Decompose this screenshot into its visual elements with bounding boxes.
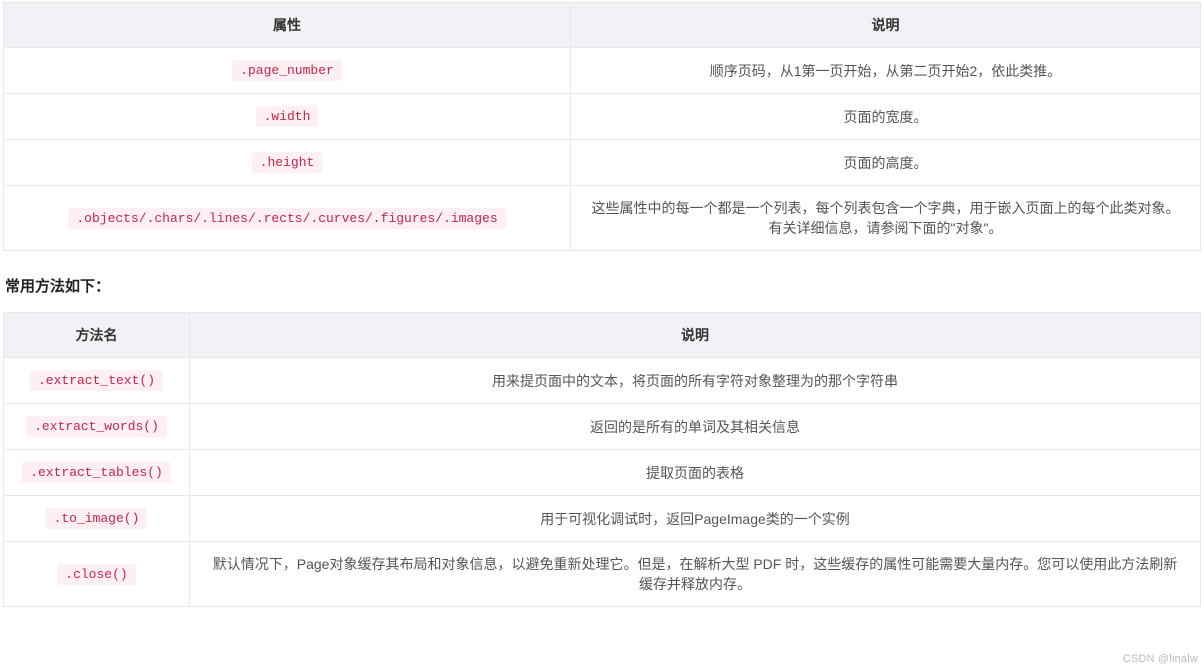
property-desc: 这些属性中的每一个都是一个列表，每个列表包含一个字典，用于嵌入页面上的每个此类对… [571, 186, 1201, 251]
methods-header-method: 方法名 [4, 313, 190, 358]
property-code: .height [252, 152, 323, 173]
section-title: 常用方法如下： [5, 275, 1201, 296]
method-code: .extract_words() [26, 416, 167, 437]
methods-header-desc: 说明 [190, 313, 1201, 358]
property-desc: 顺序页码，从1第一页开始，从第二页开始2，依此类推。 [571, 48, 1201, 94]
methods-table: 方法名 说明 .extract_text() 用来提页面中的文本，将页面的所有字… [3, 312, 1201, 607]
property-code: .width [256, 106, 319, 127]
property-desc: 页面的高度。 [571, 140, 1201, 186]
property-desc: 页面的宽度。 [571, 94, 1201, 140]
table-row: .height 页面的高度。 [4, 140, 1201, 186]
table-row: .objects/.chars/.lines/.rects/.curves/.f… [4, 186, 1201, 251]
watermark-text: CSDN @linalw [1123, 653, 1198, 665]
method-desc: 默认情况下，Page对象缓存其布局和对象信息，以避免重新处理它。但是，在解析大型… [190, 542, 1201, 607]
table-row: .extract_words() 返回的是所有的单词及其相关信息 [4, 404, 1201, 450]
property-code: .page_number [232, 60, 342, 81]
table-row: .close() 默认情况下，Page对象缓存其布局和对象信息，以避免重新处理它… [4, 542, 1201, 607]
table-row: .width 页面的宽度。 [4, 94, 1201, 140]
table-row: .page_number 顺序页码，从1第一页开始，从第二页开始2，依此类推。 [4, 48, 1201, 94]
properties-table: 属性 说明 .page_number 顺序页码，从1第一页开始，从第二页开始2，… [3, 2, 1201, 251]
table-row: .to_image() 用于可视化调试时，返回PageImage类的一个实例 [4, 496, 1201, 542]
table-row: .extract_text() 用来提页面中的文本，将页面的所有字符对象整理为的… [4, 358, 1201, 404]
method-desc: 用来提页面中的文本，将页面的所有字符对象整理为的那个字符串 [190, 358, 1201, 404]
method-desc: 用于可视化调试时，返回PageImage类的一个实例 [190, 496, 1201, 542]
method-code: .extract_tables() [22, 462, 171, 483]
property-code: .objects/.chars/.lines/.rects/.curves/.f… [68, 208, 505, 229]
properties-header-prop: 属性 [4, 3, 571, 48]
table-row: .extract_tables() 提取页面的表格 [4, 450, 1201, 496]
method-code: .to_image() [46, 508, 148, 529]
method-code: .close() [57, 564, 135, 585]
method-code: .extract_text() [30, 370, 163, 391]
method-desc: 返回的是所有的单词及其相关信息 [190, 404, 1201, 450]
properties-header-desc: 说明 [571, 3, 1201, 48]
method-desc: 提取页面的表格 [190, 450, 1201, 496]
